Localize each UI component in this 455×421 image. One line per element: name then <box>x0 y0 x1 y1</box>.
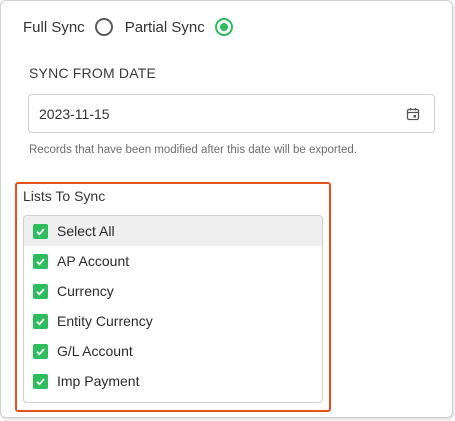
partial-sync-radio[interactable] <box>214 18 233 36</box>
list-item-label: Entity Currency <box>57 313 153 329</box>
calendar-icon[interactable] <box>406 107 420 121</box>
list-item-gl-account[interactable]: G/L Account <box>24 336 322 366</box>
list-item-currency[interactable]: Currency <box>24 276 322 306</box>
list-item-label: AP Account <box>57 253 130 269</box>
list-item-label: Currency <box>57 283 114 299</box>
list-item-label: Imp Payment <box>57 373 140 389</box>
lists-to-sync-title: Lists To Sync <box>23 188 106 204</box>
list-item-imp-payment[interactable]: Imp Payment <box>24 366 322 396</box>
list-item-label: G/L Account <box>57 343 133 359</box>
sync-date-help-text: Records that have been modified after th… <box>29 144 357 156</box>
checkbox-icon[interactable] <box>33 253 48 269</box>
full-sync-label: Full Sync <box>23 18 85 36</box>
checkbox-icon[interactable] <box>33 223 48 239</box>
sync-from-date-input[interactable]: 2023-11-15 <box>28 94 435 133</box>
checkbox-icon[interactable] <box>33 283 48 299</box>
date-value: 2023-11-15 <box>39 105 110 122</box>
sync-settings-panel: Full Sync Partial Sync SYNC FROM DATE 20… <box>0 0 453 418</box>
lists-to-sync-panel[interactable]: Select All AP Account Currency Entity Cu… <box>23 215 323 403</box>
sync-from-date-title: SYNC FROM DATE <box>29 65 156 81</box>
list-item-select-all[interactable]: Select All <box>24 216 322 246</box>
sync-mode-group: Full Sync Partial Sync <box>23 15 245 39</box>
list-item-label: Select All <box>57 223 115 239</box>
partial-sync-label: Partial Sync <box>124 18 205 36</box>
checkbox-icon[interactable] <box>33 343 48 359</box>
list-item-partial[interactable] <box>24 396 322 402</box>
list-item-entity-currency[interactable]: Entity Currency <box>24 306 322 336</box>
checkbox-icon[interactable] <box>33 373 48 389</box>
list-item-ap-account[interactable]: AP Account <box>24 246 322 276</box>
full-sync-radio[interactable] <box>94 18 113 36</box>
checkbox-icon[interactable] <box>33 313 48 329</box>
